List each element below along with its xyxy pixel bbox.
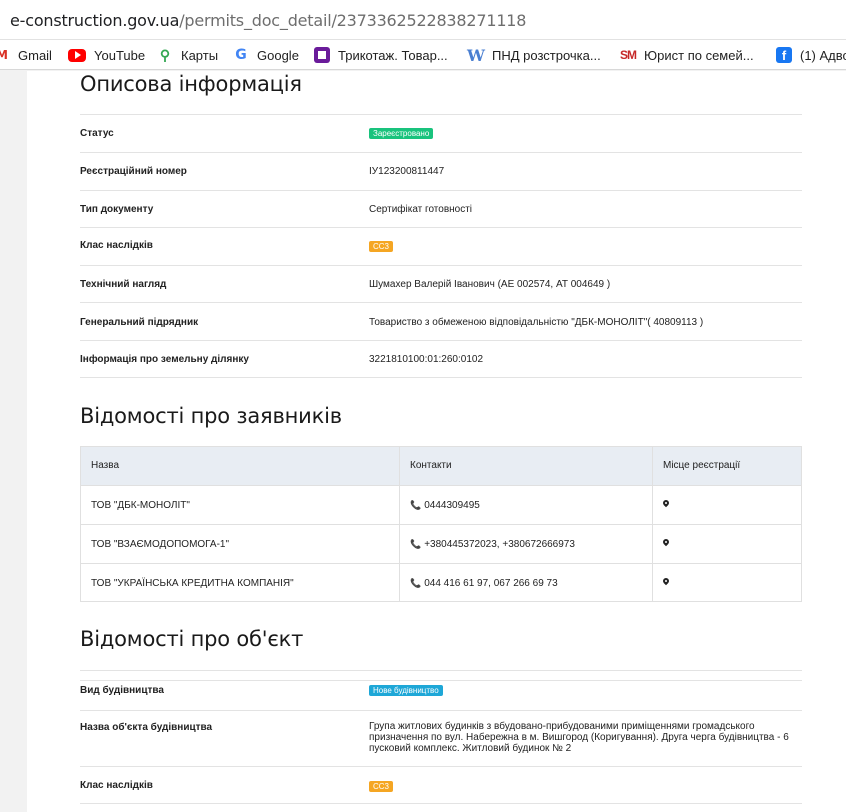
row-label: Тип документу bbox=[80, 204, 154, 215]
row-label: Клас наслідків bbox=[80, 240, 153, 251]
map-pin-icon[interactable] bbox=[663, 500, 669, 508]
row-registration-number: Реєстраційний номер ІУ123200811447 bbox=[80, 152, 802, 190]
bookmark-label: Трикотаж. Товар... bbox=[338, 47, 448, 63]
bookmark-label: Юрист по семей... bbox=[644, 47, 754, 63]
bookmark-pnd[interactable]: W ПНД розстрочка... bbox=[467, 45, 601, 65]
gmail-icon: M bbox=[0, 47, 10, 63]
page-viewport[interactable]: Описова інформація Статус Зареєстровано … bbox=[0, 71, 846, 812]
row-status: Статус Зареєстровано bbox=[80, 114, 802, 152]
applicant-name: ТОВ "ДБК-МОНОЛІТ" bbox=[91, 500, 190, 511]
row-technical-supervision: Технічний нагляд Шумахер Валерій Іванови… bbox=[80, 265, 802, 302]
map-pin-icon[interactable] bbox=[663, 539, 669, 547]
construction-type-badge: Нове будівництво bbox=[369, 685, 443, 696]
bookmark-maps[interactable]: ⚲ Карты bbox=[157, 46, 218, 64]
row-general-contractor: Генеральний підрядник Товариство з обмеж… bbox=[80, 302, 802, 340]
column-divider bbox=[652, 447, 653, 601]
row-label: Клас наслідків bbox=[80, 780, 153, 791]
section-title-description: Описова інформація bbox=[80, 72, 302, 96]
row-object-consequence-class: Клас наслідків СС3 bbox=[80, 766, 802, 804]
row-document-type: Тип документу Сертифікат готовності bbox=[80, 190, 802, 227]
status-badge: Зареєстровано bbox=[369, 128, 434, 139]
address-bar[interactable]: e-construction.gov.ua/permits_doc_detail… bbox=[0, 0, 846, 40]
table-row: ТОВ "ДБК-МОНОЛІТ" 📞 0444309495 bbox=[81, 485, 801, 524]
bookmark-youtube[interactable]: YouTube bbox=[68, 46, 145, 64]
table-row: ТОВ "УКРАЇНСЬКА КРЕДИТНА КОМПАНІЯ" 📞 044 … bbox=[81, 563, 801, 602]
column-divider bbox=[399, 447, 400, 601]
row-label: Реєстраційний номер bbox=[80, 166, 187, 177]
phone-icon: 📞 bbox=[410, 578, 422, 588]
bookmark-trikotazh[interactable]: Трикотаж. Товар... bbox=[314, 46, 448, 64]
bookmark-facebook[interactable]: f (1) Адво bbox=[776, 46, 846, 64]
row-construction-type: Вид будівництва Нове будівництво bbox=[80, 680, 802, 710]
document-type-value: Сертифікат готовності bbox=[369, 204, 473, 215]
registration-number-value: ІУ123200811447 bbox=[369, 166, 445, 177]
row-label: Назва об'єкта будівництва bbox=[80, 722, 213, 733]
column-header-registration-place: Місце реєстрації bbox=[663, 460, 741, 471]
row-land-plot: Інформація про земельну ділянку 32218101… bbox=[80, 340, 802, 378]
section-divider bbox=[80, 670, 802, 680]
applicants-table: Назва Контакти Місце реєстрації ТОВ "ДБК… bbox=[80, 446, 802, 602]
facebook-icon: f bbox=[776, 47, 792, 63]
applicant-contacts: 0444309495 bbox=[424, 500, 480, 511]
applicant-contacts: 044 416 61 97, 067 266 69 73 bbox=[424, 578, 558, 589]
bookmark-label: YouTube bbox=[94, 47, 146, 63]
bookmark-lawyer[interactable]: SM Юрист по семей... bbox=[620, 46, 754, 64]
object-name-value: Група житлових будинків з вбудовано-приб… bbox=[369, 721, 789, 754]
section-title-object: Відомості про об'єкт bbox=[80, 627, 304, 651]
bookmark-label: Gmail bbox=[18, 47, 52, 63]
bookmark-label: ПНД розстрочка... bbox=[492, 47, 601, 63]
row-consequence-class: Клас наслідків СС3 bbox=[80, 227, 802, 265]
maps-icon: ⚲ bbox=[159, 46, 171, 63]
row-label: Технічний нагляд bbox=[80, 279, 167, 290]
row-label: Інформація про земельну ділянку bbox=[80, 354, 249, 365]
consequence-class-badge: СС3 bbox=[369, 241, 394, 252]
row-object-name: Назва об'єкта будівництва Група житлових… bbox=[80, 710, 802, 766]
phone-icon: 📞 bbox=[410, 500, 422, 510]
row-label: Генеральний підрядник bbox=[80, 317, 199, 328]
url-text[interactable]: e-construction.gov.ua/permits_doc_detail… bbox=[10, 11, 526, 30]
table-row: ТОВ "ВЗАЄМОДОПОМОГА-1" 📞 +380445372023, +… bbox=[81, 524, 801, 563]
technical-supervision-value: Шумахер Валерій Іванович (АЕ 002574, АТ … bbox=[369, 279, 611, 290]
phone-icon: 📞 bbox=[410, 539, 422, 549]
general-contractor-value: Товариство з обмеженою відповідальністю … bbox=[369, 317, 704, 328]
bookmark-google[interactable]: G Google bbox=[233, 46, 299, 64]
google-icon: G bbox=[235, 47, 247, 63]
applicant-name: ТОВ "УКРАЇНСЬКА КРЕДИТНА КОМПАНІЯ" bbox=[91, 578, 294, 589]
table-header: Назва Контакти Місце реєстрації bbox=[81, 447, 801, 485]
bookmark-gmail[interactable]: M Gmail bbox=[0, 46, 52, 64]
land-plot-value: 3221810100:01:260:0102 bbox=[369, 354, 484, 365]
bookmarks-bar: M Gmail YouTube ⚲ Карты G Google Трикотаж. … bbox=[0, 40, 846, 70]
consequence-class-badge: СС3 bbox=[369, 781, 394, 792]
bookmark-label: Google bbox=[257, 47, 299, 63]
sm-icon: SM bbox=[620, 48, 637, 62]
url-path: /permits_doc_detail/2373362522838271118 bbox=[179, 11, 527, 30]
column-header-contacts: Контакти bbox=[410, 460, 452, 471]
url-host: e-construction.gov.ua bbox=[10, 11, 180, 30]
row-label: Вид будівництва bbox=[80, 685, 164, 696]
applicant-contacts: +380445372023, +380672666973 bbox=[424, 539, 575, 550]
map-pin-icon[interactable] bbox=[663, 578, 669, 586]
content-panel: Описова інформація Статус Зареєстровано … bbox=[27, 71, 846, 812]
row-label: Статус bbox=[80, 128, 114, 139]
bookmark-label: Карты bbox=[181, 47, 219, 63]
purple-square-icon bbox=[314, 47, 330, 63]
bookmark-label: (1) Адво bbox=[800, 47, 846, 63]
column-header-name: Назва bbox=[91, 460, 120, 471]
section-title-applicants: Відомості про заявників bbox=[80, 404, 342, 428]
applicant-name: ТОВ "ВЗАЄМОДОПОМОГА-1" bbox=[91, 539, 230, 550]
w-icon: W bbox=[467, 45, 485, 65]
youtube-icon bbox=[68, 48, 86, 62]
